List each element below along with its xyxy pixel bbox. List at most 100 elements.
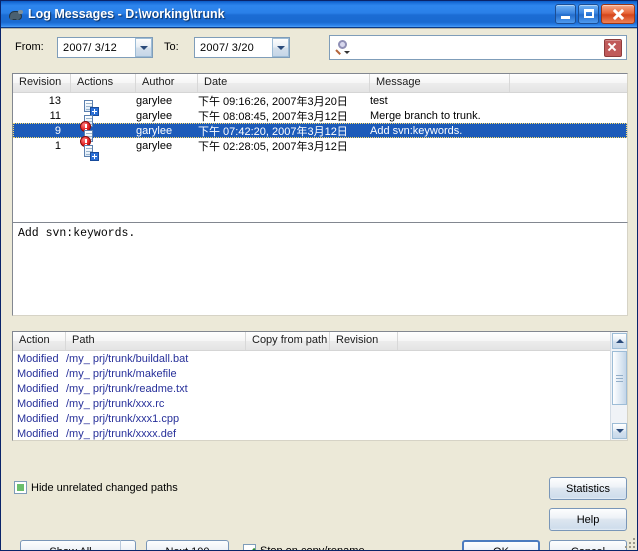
cell-path: /my_ prj/trunk/xxxx.def xyxy=(66,427,177,440)
checkbox-box[interactable] xyxy=(243,544,256,550)
maximize-icon xyxy=(584,9,594,18)
scrollbar-thumb[interactable] xyxy=(612,351,627,405)
cell-revision: 11 xyxy=(49,109,61,122)
column-header-copy-from-path[interactable]: Copy from path xyxy=(246,332,330,350)
hide-unrelated-checkbox[interactable]: Hide unrelated changed paths xyxy=(14,481,178,494)
list-item[interactable]: Modified/my_ prj/trunk/makefile xyxy=(13,366,610,381)
cell-date: 下午 08:08:45, 2007年3月12日 xyxy=(198,110,348,123)
cell-date: 下午 07:42:20, 2007年3月12日 xyxy=(198,125,348,138)
to-date-value: 2007/ 3/20 xyxy=(200,41,254,54)
column-header-action[interactable]: Action xyxy=(13,332,66,350)
to-label: To: xyxy=(164,41,179,53)
chevron-down-icon xyxy=(276,45,285,50)
cell-path-action: Modified xyxy=(17,397,59,410)
ok-button[interactable]: OK xyxy=(462,540,540,550)
revision-list-panel: Revision Actions Author Date Message 13 g… xyxy=(12,73,628,235)
from-label: From: xyxy=(15,41,44,53)
search-input[interactable] xyxy=(355,38,604,57)
list-item[interactable]: Modified/my_ prj/trunk/xxxx.def xyxy=(13,426,610,440)
revision-list-body: 13 garylee 下午 09:16:26, 2007年3月20日 test 11 ga… xyxy=(13,93,627,161)
show-all-button[interactable]: Show All xyxy=(20,540,120,551)
minimize-icon xyxy=(561,16,570,19)
cell-path-action: Modified xyxy=(17,352,59,365)
show-all-dropdown-button[interactable] xyxy=(120,540,136,550)
table-row[interactable]: 13 garylee 下午 09:16:26, 2007年3月20日 test xyxy=(13,93,627,116)
column-header-actions[interactable]: Actions xyxy=(71,74,136,92)
list-item[interactable]: Modified/my_ prj/trunk/xxx.rc xyxy=(13,396,610,411)
stop-on-copy-checkbox[interactable]: Stop on copy/rename xyxy=(243,544,365,550)
file-modified-icon xyxy=(80,114,99,132)
cell-path: /my_ prj/trunk/xxx1.cpp xyxy=(66,412,180,425)
cell-author: garylee xyxy=(136,94,173,107)
cell-message: Add svn:keywords. xyxy=(370,124,463,137)
list-item[interactable]: Modified/my_ prj/trunk/buildall.bat xyxy=(13,351,610,366)
window-controls xyxy=(555,4,635,24)
file-added-icon xyxy=(83,99,99,116)
statistics-label: Statistics xyxy=(565,482,610,495)
hide-unrelated-label: Hide unrelated changed paths xyxy=(31,481,178,494)
cell-path-action: Modified xyxy=(17,382,59,395)
title-bar: Log Messages - D:\working\trunk xyxy=(1,1,637,28)
cell-author: garylee xyxy=(136,109,173,122)
resize-grip[interactable] xyxy=(623,536,637,550)
cancel-button[interactable]: Cancel xyxy=(549,540,627,551)
from-date-picker[interactable]: 2007/ 3/12 xyxy=(57,37,153,58)
cell-revision: 13 xyxy=(48,94,61,107)
minimize-button[interactable] xyxy=(555,4,576,24)
window-title: Log Messages - D:\working\trunk xyxy=(28,7,225,21)
close-button[interactable] xyxy=(601,4,635,24)
changed-paths-panel: Action Path Copy from path Revision Modi… xyxy=(12,331,628,441)
cell-date: 下午 09:16:26, 2007年3月20日 xyxy=(198,95,348,108)
column-header-path[interactable]: Path xyxy=(66,332,246,350)
list-item[interactable]: Modified/my_ prj/trunk/readme.txt xyxy=(13,381,610,396)
maximize-button[interactable] xyxy=(578,4,599,24)
message-detail-panel[interactable]: Add svn:keywords. xyxy=(12,222,628,316)
cell-date: 下午 02:28:05, 2007年3月12日 xyxy=(198,140,348,153)
column-header-message[interactable]: Message xyxy=(370,74,510,92)
to-date-picker[interactable]: 2007/ 3/20 xyxy=(194,37,290,58)
search-box[interactable] xyxy=(329,35,627,60)
next-100-label: Next 100 xyxy=(165,546,209,551)
list-item[interactable]: Modified/my_ prj/trunk/xxx1.cpp xyxy=(13,411,610,426)
table-row[interactable]: 11 garylee 下午 08:08:45, 2007年3月12日 Merge br… xyxy=(13,108,627,132)
cell-path-action: Modified xyxy=(17,427,59,440)
filter-bar: From: 2007/ 3/12 To: 2007/ 3/20 xyxy=(1,29,637,67)
checkbox-box[interactable] xyxy=(14,481,27,494)
cancel-label: Cancel xyxy=(571,546,605,551)
cell-message: Merge branch to trunk. xyxy=(370,109,481,122)
cell-path: /my_ prj/trunk/buildall.bat xyxy=(66,352,189,365)
help-button[interactable]: Help xyxy=(549,508,627,531)
column-header-path-revision[interactable]: Revision xyxy=(330,332,398,350)
column-header-revision[interactable]: Revision xyxy=(13,74,71,92)
paths-scrollbar[interactable] xyxy=(610,332,627,440)
column-header-author[interactable]: Author xyxy=(136,74,198,92)
column-header-date[interactable]: Date xyxy=(198,74,370,92)
cell-revision: 9 xyxy=(54,124,61,137)
message-detail-text[interactable]: Add svn:keywords. xyxy=(13,223,627,245)
table-row[interactable]: 1 garylee 下午 02:28:05, 2007年3月12日 xyxy=(13,138,627,161)
column-header-filler[interactable] xyxy=(510,74,627,92)
column-header-path-filler[interactable] xyxy=(398,332,610,350)
cell-author: garylee xyxy=(136,124,173,137)
to-date-dropdown-button[interactable] xyxy=(272,38,289,57)
cell-revision: 1 xyxy=(54,139,61,152)
file-modified-icon xyxy=(80,129,99,147)
next-100-button[interactable]: Next 100 xyxy=(146,540,229,551)
help-label: Help xyxy=(576,513,600,526)
scroll-up-icon[interactable] xyxy=(612,333,627,349)
cell-path: /my_ prj/trunk/readme.txt xyxy=(66,382,188,395)
chevron-down-icon xyxy=(139,45,148,50)
cell-message: test xyxy=(370,94,388,107)
file-added-icon xyxy=(83,144,99,161)
magnifier-icon[interactable] xyxy=(335,39,355,57)
scroll-down-icon[interactable] xyxy=(612,423,627,439)
paths-list-body: Modified/my_ prj/trunk/buildall.bat Modif… xyxy=(13,351,627,440)
from-date-value: 2007/ 3/12 xyxy=(63,41,117,54)
paths-list-header: Action Path Copy from path Revision xyxy=(13,332,627,351)
from-date-dropdown-button[interactable] xyxy=(135,38,152,57)
table-row[interactable]: 9 garylee 下午 07:42:20, 2007年3月12日 Add svn:k… xyxy=(13,123,627,147)
log-messages-window: Log Messages - D:\working\trunk From: 20… xyxy=(0,0,638,551)
show-all-label: Show All xyxy=(49,546,91,551)
statistics-button[interactable]: Statistics xyxy=(549,477,627,500)
clear-icon[interactable] xyxy=(604,38,622,57)
